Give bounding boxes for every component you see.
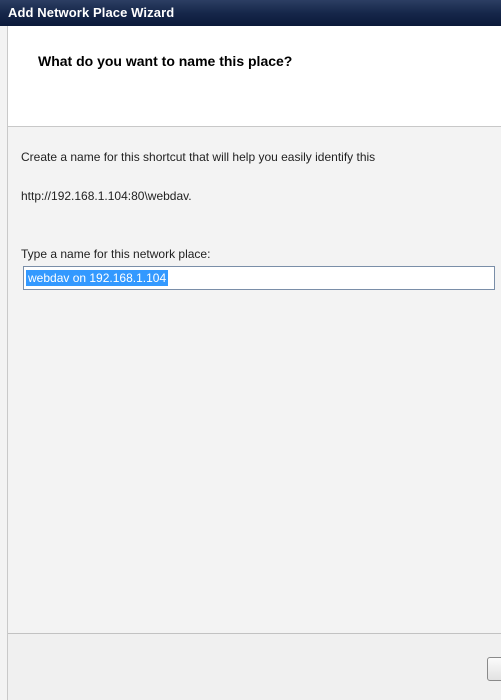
page-heading: What do you want to name this place? (38, 53, 293, 69)
selected-name-text: webdav on 192.168.1.104 (26, 270, 169, 286)
wizard-header: What do you want to name this place? (8, 26, 501, 127)
network-url-text: http://192.168.1.104:80\webdav. (21, 189, 192, 203)
name-field-label: Type a name for this network place: (21, 247, 211, 261)
wizard-content: Create a name for this shortcut that wil… (8, 127, 501, 633)
window-title: Add Network Place Wizard (8, 5, 175, 20)
wizard-footer (8, 633, 501, 700)
wizard-button[interactable] (487, 657, 501, 681)
network-place-name-input[interactable]: webdav on 192.168.1.104 (23, 266, 495, 290)
wizard-window: Add Network Place Wizard What do you wan… (0, 0, 501, 700)
window-left-border (0, 26, 8, 700)
description-text: Create a name for this shortcut that wil… (21, 150, 376, 164)
title-bar[interactable]: Add Network Place Wizard (0, 0, 501, 26)
